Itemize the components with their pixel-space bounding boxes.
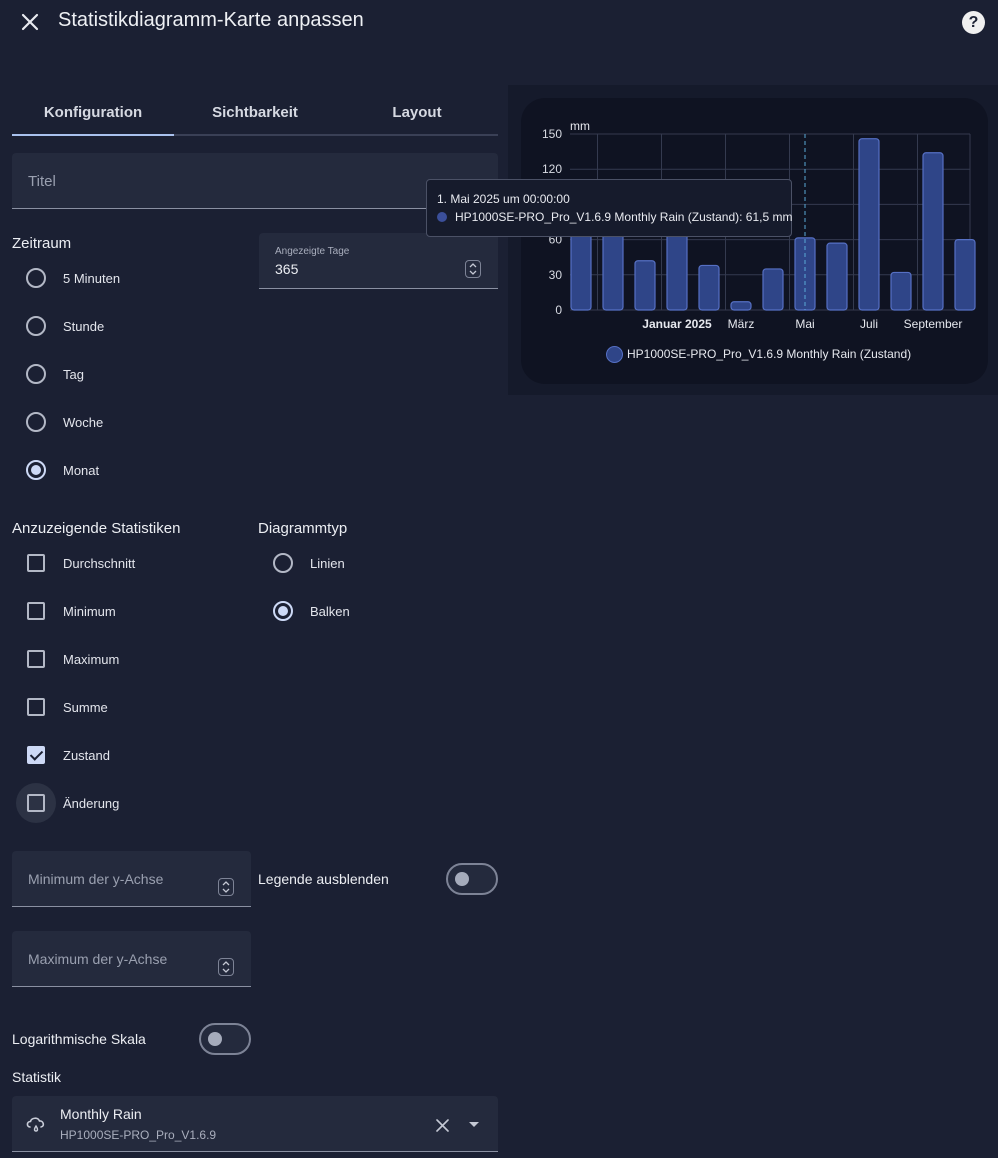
checkbox-minimum[interactable] bbox=[27, 602, 45, 620]
tooltip-title: 1. Mai 2025 um 00:00:00 bbox=[437, 192, 570, 206]
weather-rain-icon bbox=[24, 1112, 48, 1141]
x-tick-label: Mai bbox=[795, 317, 814, 331]
checkbox-maximum-label: Maximum bbox=[63, 652, 120, 667]
x-tick-label: Juli bbox=[860, 317, 878, 331]
radio-woche-label: Woche bbox=[63, 415, 104, 430]
checkbox-aenderung[interactable] bbox=[27, 794, 45, 812]
ymin-placeholder: Minimum der y-Achse bbox=[28, 871, 164, 887]
chart-type-label: Diagrammtyp bbox=[258, 520, 348, 537]
ymin-stepper[interactable] bbox=[218, 878, 234, 896]
stat-types-label: Anzuzeigende Statistiken bbox=[12, 520, 181, 537]
ymin-input[interactable]: Minimum der y-Achse bbox=[12, 851, 251, 907]
ymax-stepper[interactable] bbox=[218, 958, 234, 976]
statistic-label: Statistik bbox=[12, 1069, 62, 1085]
bar bbox=[666, 227, 688, 311]
bar bbox=[922, 152, 944, 311]
checkbox-summe-label: Summe bbox=[63, 700, 108, 715]
radio-woche[interactable] bbox=[26, 412, 46, 432]
radio-monat[interactable] bbox=[26, 460, 46, 480]
log-scale-label: Logarithmische Skala bbox=[12, 1031, 146, 1047]
toggle-knob bbox=[208, 1032, 222, 1046]
stepper-icon bbox=[222, 881, 230, 893]
log-scale-toggle[interactable] bbox=[199, 1023, 251, 1055]
close-icon bbox=[435, 1118, 449, 1132]
caret-down-icon bbox=[469, 1122, 479, 1127]
statistic-picker[interactable]: Monthly Rain HP1000SE-PRO_Pro_V1.6.9 bbox=[12, 1096, 498, 1152]
bar bbox=[730, 301, 752, 311]
clear-statistic-button[interactable] bbox=[432, 1115, 452, 1135]
hide-legend-toggle[interactable] bbox=[446, 863, 498, 895]
checkbox-summe[interactable] bbox=[27, 698, 45, 716]
legend-label[interactable]: HP1000SE-PRO_Pro_V1.6.9 Monthly Rain (Zu… bbox=[627, 347, 911, 361]
bar bbox=[570, 229, 592, 311]
x-tick-label: März bbox=[728, 317, 755, 331]
ymax-input[interactable]: Maximum der y-Achse bbox=[12, 931, 251, 987]
checkbox-zustand[interactable] bbox=[27, 746, 45, 764]
checkbox-minimum-label: Minimum bbox=[63, 604, 116, 619]
y-tick-label: 120 bbox=[542, 162, 562, 176]
radio-balken-label: Balken bbox=[310, 604, 350, 619]
radio-linien-label: Linien bbox=[310, 556, 345, 571]
checkbox-durchschnitt[interactable] bbox=[27, 554, 45, 572]
bar bbox=[634, 260, 656, 311]
checkbox-durchschnitt-label: Durchschnitt bbox=[63, 556, 136, 571]
radio-monat-label: Monat bbox=[63, 463, 100, 478]
hide-legend-label: Legende ausblenden bbox=[258, 871, 389, 887]
bar bbox=[954, 239, 976, 311]
bar bbox=[698, 264, 720, 311]
statistic-entity-id: HP1000SE-PRO_Pro_V1.6.9 bbox=[60, 1128, 217, 1142]
toggle-knob bbox=[455, 872, 469, 886]
x-tick-label: September bbox=[904, 317, 963, 331]
tooltip-value: HP1000SE-PRO_Pro_V1.6.9 Monthly Rain (Zu… bbox=[455, 210, 793, 224]
y-tick-label: 0 bbox=[555, 303, 562, 317]
bar bbox=[762, 268, 784, 311]
stepper-icon bbox=[222, 961, 230, 973]
radio-balken[interactable] bbox=[273, 601, 293, 621]
checkbox-zustand-label: Zustand bbox=[63, 748, 110, 763]
statistic-dropdown-button[interactable] bbox=[464, 1115, 484, 1135]
checkbox-maximum[interactable] bbox=[27, 650, 45, 668]
x-tick-label: Januar 2025 bbox=[642, 317, 712, 331]
chart-tooltip: 1. Mai 2025 um 00:00:00 HP1000SE-PRO_Pro… bbox=[426, 179, 793, 237]
checkbox-aenderung-label: Änderung bbox=[63, 796, 120, 811]
legend-swatch[interactable] bbox=[606, 346, 623, 363]
tooltip-series-swatch bbox=[437, 212, 447, 222]
radio-linien[interactable] bbox=[273, 553, 293, 573]
y-tick-label: 150 bbox=[542, 127, 562, 141]
bar bbox=[858, 138, 880, 311]
statistic-entity-name: Monthly Rain bbox=[60, 1106, 142, 1122]
y-tick-label: 30 bbox=[549, 268, 563, 282]
y-axis-unit: mm bbox=[570, 119, 590, 133]
bar bbox=[890, 271, 912, 311]
bar bbox=[826, 242, 848, 311]
ymax-placeholder: Maximum der y-Achse bbox=[28, 951, 168, 967]
